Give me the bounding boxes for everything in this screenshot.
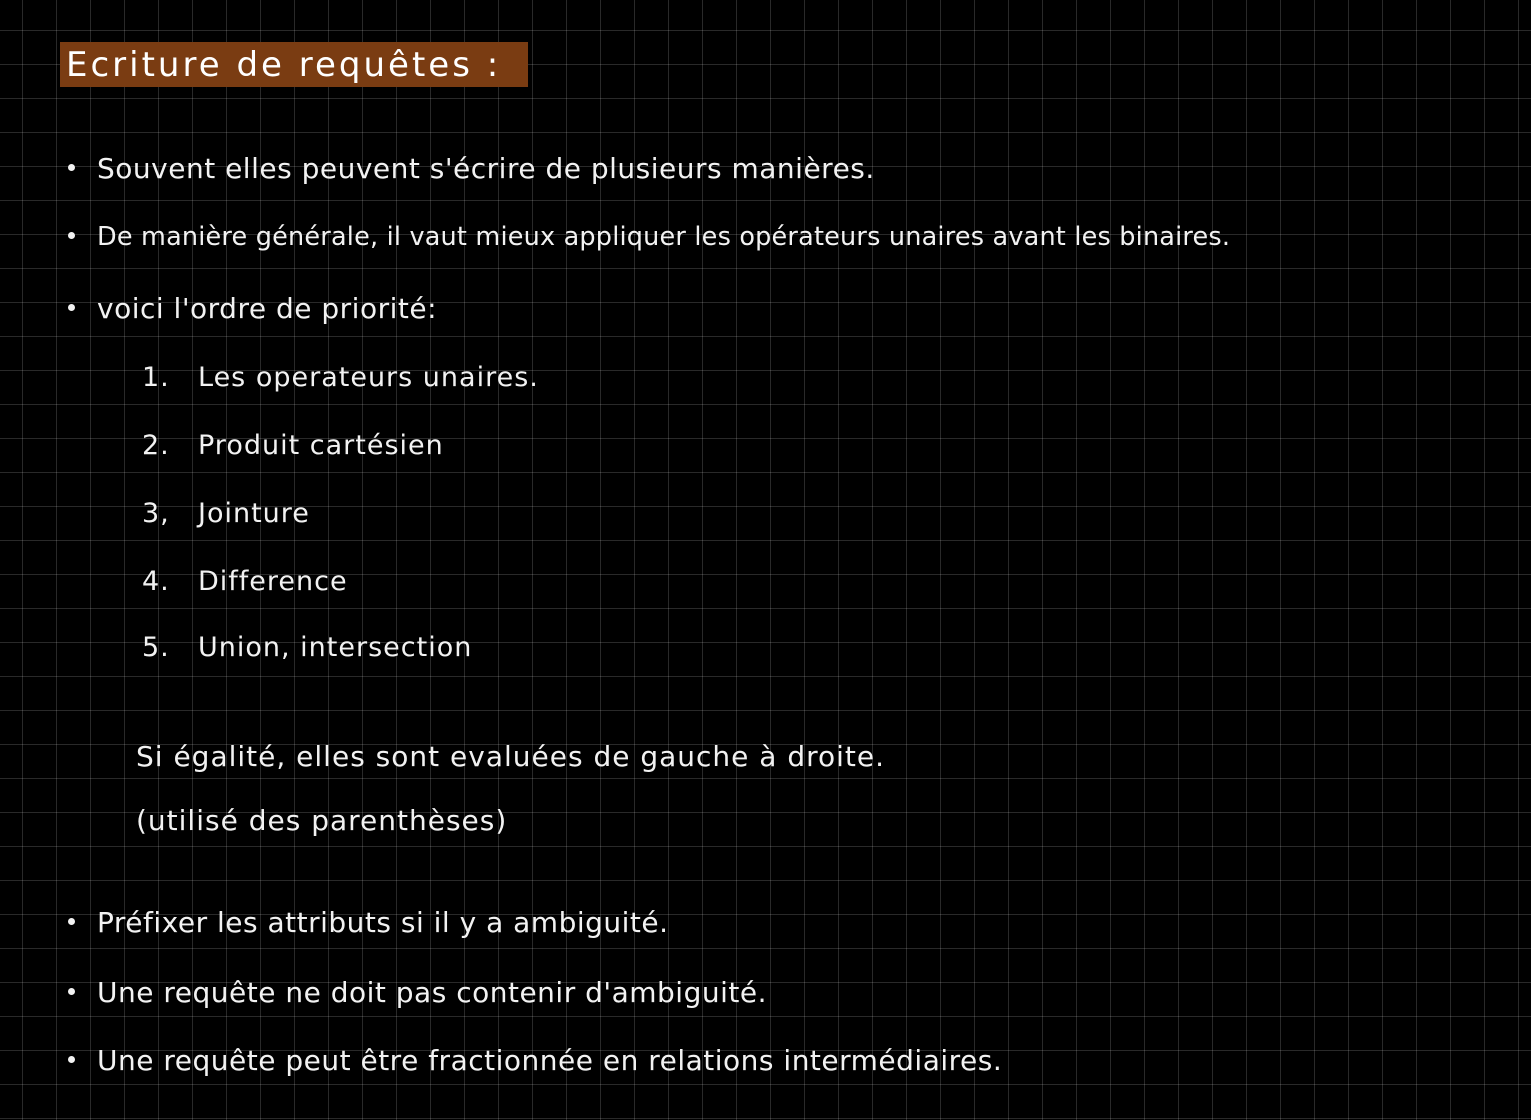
bullet-dot-icon [68,163,75,171]
list-item: 3, Jointure [142,498,310,529]
bullet-dot-icon [68,231,75,239]
equality-note: Si égalité, elles sont evaluées de gauch… [136,740,886,773]
bullet-text: Une requête peut être fractionnée en rel… [97,1044,1003,1077]
bullet-item: Préfixer les attributs si il y a ambigui… [68,906,669,939]
bullet-item: De manière générale, il vaut mieux appli… [68,222,1230,252]
list-number: 1. [142,362,170,393]
bullet-text: Souvent elles peuvent s'écrire de plusie… [97,152,875,185]
list-text: Difference [198,566,348,597]
notes-page: Ecriture de requêtes : Souvent elles peu… [0,0,1531,1120]
list-item: 5. Union, intersection [142,632,472,663]
bullet-dot-icon [68,303,75,311]
list-number: 4. [142,566,170,597]
bullet-item: Une requête peut être fractionnée en rel… [68,1044,1002,1077]
list-text: Produit cartésien [198,430,444,461]
bullet-text: voici l'ordre de priorité: [97,292,438,325]
bullet-item: Souvent elles peuvent s'écrire de plusie… [68,152,875,185]
bullet-text: Une requête ne doit pas contenir d'ambig… [97,976,767,1009]
title-highlight: Ecriture de requêtes : [60,42,528,87]
list-number: 2. [142,430,170,461]
bullet-text: Préfixer les attributs si il y a ambigui… [97,906,669,939]
list-item: 4. Difference [142,566,348,597]
bullet-dot-icon [68,987,75,995]
list-number: 3, [142,498,170,529]
list-text: Jointure [198,498,310,529]
bullet-item: voici l'ordre de priorité: [68,292,437,325]
page-title: Ecriture de requêtes : [66,44,502,85]
list-text: Union, intersection [198,632,473,663]
bullet-item: Une requête ne doit pas contenir d'ambig… [68,976,767,1009]
list-item: 1. Les operateurs unaires. [142,362,539,393]
list-item: 2. Produit cartésien [142,430,444,461]
list-text: Les operateurs unaires. [198,362,539,393]
bullet-dot-icon [68,1055,75,1063]
bullet-dot-icon [68,917,75,925]
list-number: 5. [142,632,170,663]
parentheses-note: (utilisé des parenthèses) [136,804,508,837]
bullet-text: De manière générale, il vaut mieux appli… [97,222,1231,252]
